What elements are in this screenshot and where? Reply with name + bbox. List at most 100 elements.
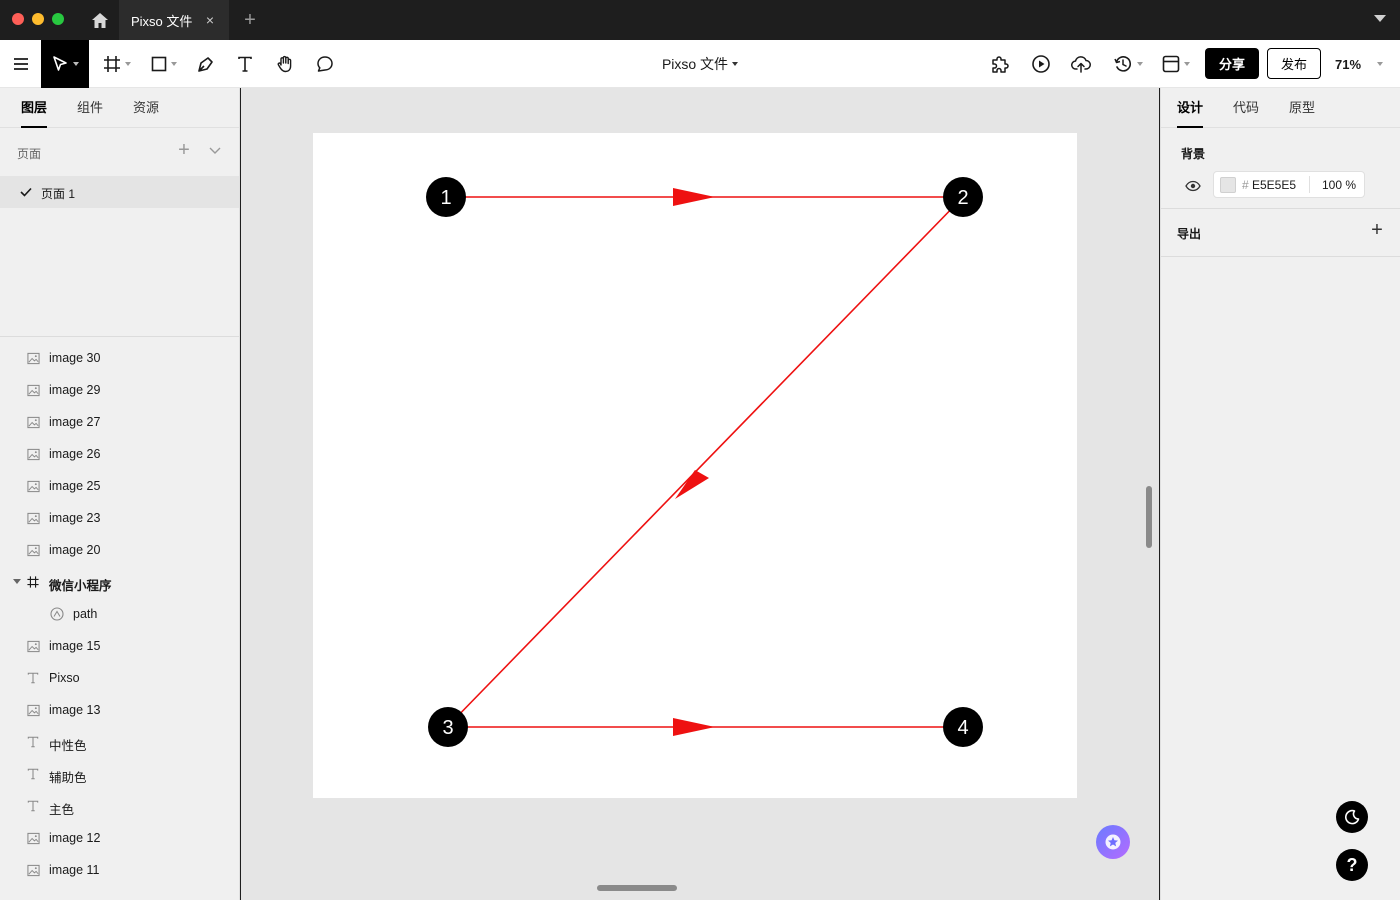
artboard[interactable]: 1 2 3 4 bbox=[313, 133, 1077, 798]
left-panel: 图层 组件 资源 页面 + 页面 1 image 30 image 29 image… bbox=[0, 88, 240, 900]
text-icon bbox=[26, 671, 40, 685]
publish-button[interactable]: 发布 bbox=[1267, 48, 1321, 79]
toolbar: Pixso 文件 分享 发布 71% bbox=[0, 40, 1400, 88]
move-tool-dropdown-icon bbox=[73, 62, 79, 66]
tab-design[interactable]: 设计 bbox=[1177, 88, 1204, 128]
layer-name: image 13 bbox=[49, 703, 101, 717]
tab-prototype[interactable]: 原型 bbox=[1289, 88, 1315, 128]
rectangle-icon bbox=[151, 56, 167, 72]
eye-icon[interactable] bbox=[1185, 178, 1201, 194]
new-tab-button[interactable]: + bbox=[240, 8, 260, 32]
layer-item[interactable]: 微信小程序 bbox=[0, 566, 239, 598]
layer-item[interactable]: 中性色 bbox=[0, 726, 239, 758]
close-tab-icon[interactable]: × bbox=[203, 13, 217, 27]
frame-icon bbox=[104, 56, 120, 72]
expand-arrow-icon[interactable] bbox=[13, 579, 21, 584]
document-title-button[interactable]: Pixso 文件 bbox=[600, 40, 800, 88]
node-2[interactable]: 2 bbox=[943, 177, 983, 217]
divider bbox=[1161, 208, 1400, 209]
tab-layers[interactable]: 图层 bbox=[21, 88, 48, 128]
upload-button[interactable] bbox=[1067, 40, 1095, 88]
layout-dropdown-icon bbox=[1184, 62, 1190, 66]
history-button[interactable] bbox=[1110, 40, 1146, 88]
share-button[interactable]: 分享 bbox=[1205, 48, 1259, 79]
home-icon bbox=[92, 12, 108, 28]
chevron-down-icon[interactable] bbox=[208, 143, 222, 157]
node-1-label: 1 bbox=[440, 187, 451, 209]
comment-tool-button[interactable] bbox=[311, 40, 339, 88]
layer-item[interactable]: image 29 bbox=[0, 374, 239, 406]
layer-item[interactable]: image 30 bbox=[0, 342, 239, 374]
layer-name: image 20 bbox=[49, 543, 101, 557]
text-tool-button[interactable] bbox=[231, 40, 259, 88]
add-page-icon[interactable]: + bbox=[176, 140, 192, 160]
present-button[interactable] bbox=[1027, 40, 1055, 88]
layer-item[interactable]: image 11 bbox=[0, 854, 239, 886]
shape-tool-button[interactable] bbox=[145, 40, 183, 88]
arrowhead-1-2 bbox=[673, 188, 715, 206]
theme-toggle-button[interactable] bbox=[1336, 801, 1368, 833]
layout-button[interactable] bbox=[1158, 40, 1194, 88]
tab-code[interactable]: 代码 bbox=[1233, 88, 1259, 128]
frame-tool-button[interactable] bbox=[98, 40, 136, 88]
main-menu-button[interactable] bbox=[0, 40, 41, 88]
move-tool-button[interactable] bbox=[41, 40, 89, 88]
help-button[interactable]: ? bbox=[1336, 849, 1368, 881]
hex-prefix: # bbox=[1242, 178, 1249, 192]
layer-item[interactable]: image 13 bbox=[0, 694, 239, 726]
hand-tool-button[interactable] bbox=[271, 40, 299, 88]
layer-item[interactable]: image 23 bbox=[0, 502, 239, 534]
flow-diagram: 1 2 3 4 bbox=[426, 177, 983, 747]
home-button[interactable] bbox=[86, 9, 114, 31]
text-icon bbox=[26, 799, 40, 813]
page-item[interactable]: 页面 1 bbox=[0, 176, 239, 208]
layer-name: image 30 bbox=[49, 351, 101, 365]
horizontal-scrollbar[interactable] bbox=[597, 885, 677, 891]
layer-item[interactable]: Pixso bbox=[0, 662, 239, 694]
color-swatch[interactable] bbox=[1220, 177, 1236, 193]
title-bar: Pixso 文件 × + bbox=[0, 0, 1400, 40]
layer-item[interactable]: image 26 bbox=[0, 438, 239, 470]
arrowhead-3-4 bbox=[673, 718, 715, 736]
left-panel-tabs: 图层 组件 资源 bbox=[0, 88, 239, 128]
file-tab[interactable]: Pixso 文件 × bbox=[119, 0, 229, 40]
minimize-window-button[interactable] bbox=[32, 13, 44, 25]
plugins-button[interactable] bbox=[986, 40, 1014, 88]
zoom-dropdown-icon[interactable] bbox=[1377, 62, 1383, 66]
hex-value[interactable]: E5E5E5 bbox=[1252, 178, 1296, 192]
node-1[interactable]: 1 bbox=[426, 177, 466, 217]
image-icon bbox=[26, 639, 40, 653]
close-window-button[interactable] bbox=[12, 13, 24, 25]
add-export-icon[interactable]: + bbox=[1369, 220, 1385, 240]
pen-tool-button[interactable] bbox=[192, 40, 220, 88]
maximize-window-button[interactable] bbox=[52, 13, 64, 25]
layer-item[interactable]: 辅助色 bbox=[0, 758, 239, 790]
layer-name: image 26 bbox=[49, 447, 101, 461]
tab-components[interactable]: 组件 bbox=[77, 88, 103, 128]
background-color-field[interactable]: # E5E5E5 100 % bbox=[1213, 171, 1365, 198]
layer-item[interactable]: image 15 bbox=[0, 630, 239, 662]
layer-item[interactable]: path bbox=[0, 598, 239, 630]
ai-assistant-button[interactable] bbox=[1096, 825, 1130, 859]
node-4[interactable]: 4 bbox=[943, 707, 983, 747]
layer-item[interactable]: image 20 bbox=[0, 534, 239, 566]
tab-assets[interactable]: 资源 bbox=[133, 88, 159, 128]
canvas[interactable]: 1 2 3 4 bbox=[241, 88, 1159, 900]
text-icon bbox=[26, 767, 40, 781]
node-3[interactable]: 3 bbox=[428, 707, 468, 747]
opacity-value[interactable]: 100 % bbox=[1322, 178, 1356, 192]
image-icon bbox=[26, 479, 40, 493]
layer-name: image 11 bbox=[49, 863, 100, 877]
vertical-scrollbar[interactable] bbox=[1146, 486, 1152, 548]
window-menu-icon[interactable] bbox=[1374, 15, 1386, 22]
layer-list: image 30 image 29 image 27 image 26 image 25… bbox=[0, 342, 239, 886]
image-icon bbox=[26, 703, 40, 717]
history-icon bbox=[1114, 56, 1132, 72]
layer-item[interactable]: image 12 bbox=[0, 822, 239, 854]
image-icon bbox=[26, 447, 40, 461]
layer-item[interactable]: image 27 bbox=[0, 406, 239, 438]
layer-item[interactable]: image 25 bbox=[0, 470, 239, 502]
layer-name: image 15 bbox=[49, 639, 101, 653]
layer-item[interactable]: 主色 bbox=[0, 790, 239, 822]
zoom-level[interactable]: 71% bbox=[1328, 40, 1368, 88]
